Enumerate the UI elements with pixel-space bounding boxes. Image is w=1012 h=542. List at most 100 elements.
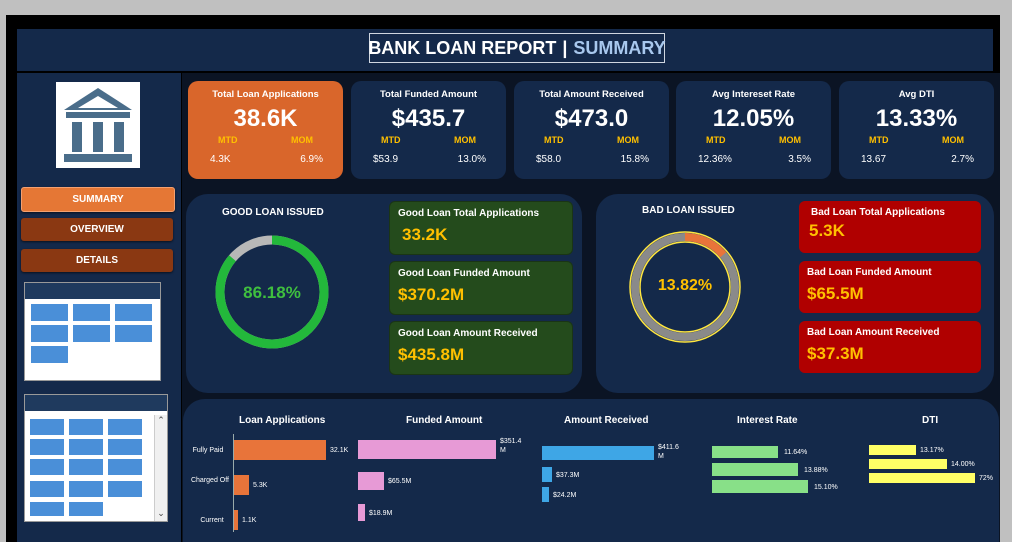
thumbnail-header: [25, 283, 160, 299]
dti-bar-label: 13.17%: [920, 447, 944, 454]
funded-bar: [358, 440, 496, 459]
dti-bar: [869, 473, 975, 483]
header-interest-rate: Interest Rate: [737, 415, 798, 426]
thumbnail-tile: [69, 502, 103, 516]
kpi-label: Avg Intereset Rate: [711, 89, 796, 100]
thumbnail-tile: [30, 502, 64, 516]
thumbnail-tile: [69, 439, 103, 455]
chevron-up-icon[interactable]: ⌃: [155, 415, 167, 426]
header-funded-amount: Funded Amount: [406, 415, 483, 426]
kpi-mom-label: MOM: [454, 135, 476, 145]
kpi-mtd-value: 4.3K: [210, 154, 231, 165]
kpi-total-amount-received: Total Amount Received $473.0 MTD MOM $58…: [514, 81, 669, 179]
kpi-mom-value: 6.9%: [300, 154, 323, 165]
kpi-value: 12.05%: [712, 105, 795, 132]
thumbnail-tile: [73, 325, 110, 342]
thumbnail-tile: [69, 459, 103, 475]
applications-bar: [234, 440, 326, 460]
good-loan-received-card: Good Loan Amount Received $435.8M: [389, 321, 573, 375]
title-main: BANK LOAN REPORT: [368, 37, 557, 58]
funded-bar-label: $351.4 M: [500, 438, 522, 454]
applications-bar: [234, 475, 249, 495]
thumbnail-tile: [108, 481, 142, 497]
row-label-charged-off: Charged Off: [190, 477, 229, 484]
thumbnail-tile: [69, 419, 103, 435]
kpi-mtd-label: MTD: [544, 135, 564, 145]
card-value: 5.3K: [809, 221, 845, 240]
interest-bar: [712, 446, 778, 458]
header-dti: DTI: [922, 415, 939, 426]
chevron-down-icon[interactable]: ⌄: [155, 508, 167, 519]
received-bar-label: $24.2M: [553, 491, 577, 499]
card-label: Bad Loan Amount Received: [807, 327, 940, 338]
page-title: BANK LOAN REPORT | SUMMARY: [368, 33, 666, 63]
kpi-value: $473.0: [554, 105, 629, 132]
nav-summary-button[interactable]: SUMMARY: [21, 187, 175, 212]
kpi-mtd-value: $58.0: [536, 154, 562, 165]
details-thumbnail[interactable]: ⌃ ⌄: [24, 394, 168, 522]
received-bar: [542, 467, 552, 482]
interest-bar-label: 13.88%: [804, 466, 828, 474]
nav-overview-button[interactable]: OVERVIEW: [21, 218, 173, 241]
kpi-mom-value: 13.0%: [457, 154, 486, 165]
card-label: Bad Loan Total Applications: [811, 207, 945, 218]
card-value: $435.8M: [398, 345, 465, 364]
received-bar-label: $411.6 M: [658, 444, 679, 460]
bad-loan-applications-card: Bad Loan Total Applications 5.3K: [799, 201, 981, 253]
card-label: Good Loan Amount Received: [398, 328, 538, 339]
header-loan-applications: Loan Applications: [239, 415, 326, 426]
thumbnail-tile: [30, 439, 64, 455]
thumbnail-tile: [30, 481, 64, 497]
received-bar: [542, 446, 654, 460]
thumbnail-tile: [108, 439, 142, 455]
title-sub: SUMMARY: [573, 37, 666, 58]
received-bar-label: $37.3M: [556, 471, 580, 479]
card-label: Good Loan Funded Amount: [398, 268, 530, 279]
received-bar: [542, 487, 549, 502]
good-loan-funded-card: Good Loan Funded Amount $370.2M: [389, 261, 573, 315]
interest-bar-label: 15.10%: [814, 483, 838, 491]
kpi-total-loan-applications: Total Loan Applications 38.6K MTD MOM 4.…: [188, 81, 343, 179]
dti-bar-label: 72%: [979, 475, 994, 482]
kpi-avg-interest-rate: Avg Intereset Rate 12.05% MTD MOM 12.36%…: [676, 81, 831, 179]
bad-loan-title: BAD LOAN ISSUED: [642, 205, 735, 216]
kpi-mom-value: 15.8%: [620, 154, 649, 165]
kpi-mtd-value: 12.36%: [698, 154, 732, 165]
row-label-current: Current: [200, 517, 224, 524]
good-loan-title: GOOD LOAN ISSUED: [222, 207, 324, 218]
nav-details-button[interactable]: DETAILS: [21, 249, 173, 272]
kpi-value: 13.33%: [875, 105, 958, 132]
funded-bar: [358, 504, 365, 521]
thumbnail-tile: [31, 346, 68, 363]
bad-loan-percent: 13.82%: [657, 277, 713, 294]
card-value: $37.3M: [807, 344, 864, 363]
funded-bar: [358, 472, 384, 490]
thumbnail-tile: [108, 419, 142, 435]
interest-bar-label: 11.64%: [784, 449, 808, 456]
funded-bar-label: $65.5M: [388, 478, 412, 485]
card-value: $370.2M: [398, 285, 465, 304]
kpi-mom-label: MOM: [779, 135, 801, 145]
thumbnail-scrollbar[interactable]: ⌃ ⌄: [154, 415, 167, 521]
applications-bar-label: 5.3K: [253, 482, 268, 489]
thumbnail-tile: [73, 304, 110, 321]
dti-bar-label: 14.00%: [951, 461, 975, 468]
card-label: Good Loan Total Applications: [398, 208, 540, 219]
card-value: $65.5M: [807, 284, 864, 303]
kpi-mom-label: MOM: [617, 135, 639, 145]
kpi-mom-value: 2.7%: [951, 154, 974, 165]
thumbnail-tile: [108, 459, 142, 475]
kpi-label: Total Funded Amount: [379, 89, 478, 100]
bad-loan-received-card: Bad Loan Amount Received $37.3M: [799, 321, 981, 373]
kpi-mom-label: MOM: [942, 135, 964, 145]
row-label-fully-paid: Fully Paid: [192, 447, 224, 454]
overview-thumbnail[interactable]: [24, 282, 161, 381]
dti-bar: [869, 445, 916, 455]
applications-bar: [234, 510, 238, 530]
kpi-total-funded-amount: Total Funded Amount $435.7 MTD MOM $53.9…: [351, 81, 506, 179]
kpi-mtd-label: MTD: [706, 135, 726, 145]
dti-bar: [869, 459, 947, 469]
thumbnail-header: [25, 395, 167, 411]
bad-loan-funded-card: Bad Loan Funded Amount $65.5M: [799, 261, 981, 313]
good-loan-applications-card: Good Loan Total Applications 33.2K: [389, 201, 573, 255]
